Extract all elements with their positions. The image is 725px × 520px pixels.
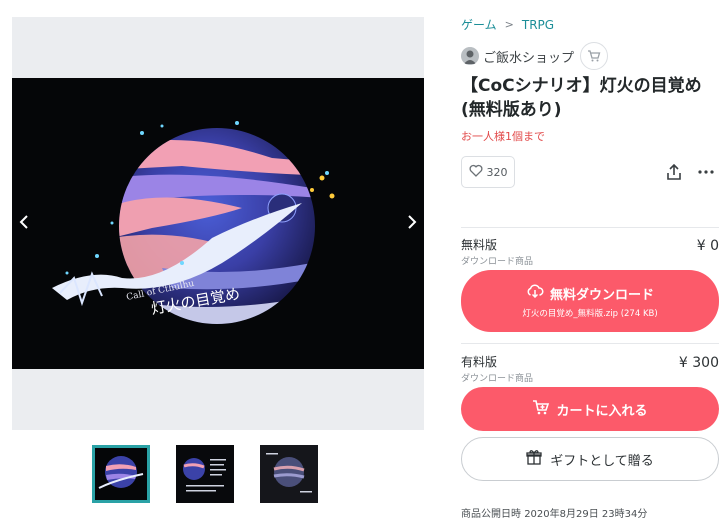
thumbnail-2[interactable]: [176, 445, 234, 503]
cart-icon[interactable]: [580, 42, 609, 70]
product-gallery: Call of Cthulhu 灯火の目覚め: [12, 17, 424, 430]
breadcrumb-category[interactable]: ゲーム: [461, 16, 497, 33]
shop-avatar[interactable]: [461, 47, 479, 65]
shop-name[interactable]: ご飯水ショップ: [483, 47, 574, 66]
thumbnail-list: [92, 445, 318, 503]
main-product-image[interactable]: Call of Cthulhu 灯火の目覚め: [12, 78, 424, 369]
variant-paid-type: ダウンロード商品: [461, 374, 534, 384]
publish-label: 商品公開日時: [461, 509, 521, 520]
free-download-label: 無料ダウンロード: [549, 287, 654, 303]
shop-row: ご飯水ショップ: [461, 42, 609, 70]
publish-date: 商品公開日時 2020年8月29日 23時34分: [461, 505, 647, 520]
share-icon[interactable]: [665, 163, 683, 181]
thumbnail-3[interactable]: [260, 445, 318, 503]
heart-icon: [469, 164, 483, 180]
download-file-info: 灯火の目覚め_無料版.zip (274 KB): [522, 308, 658, 319]
chevron-left-icon[interactable]: [14, 207, 34, 237]
divider: [461, 227, 719, 228]
free-download-button[interactable]: 無料ダウンロード 灯火の目覚め_無料版.zip (274 KB): [461, 270, 719, 332]
chevron-right-icon[interactable]: [402, 207, 422, 237]
gift-icon: [526, 449, 542, 469]
variant-paid-name: 有料版: [461, 355, 498, 369]
like-count: 320: [486, 165, 508, 179]
publish-value: 2020年8月29日 23時34分: [524, 509, 648, 520]
add-to-cart-label: カートに入れる: [556, 403, 648, 419]
cart-icon: [532, 399, 550, 419]
variant-paid-price: ¥ 300: [678, 355, 719, 371]
cloud-download-icon: [526, 284, 544, 302]
variant-free-type: ダウンロード商品: [461, 257, 534, 267]
more-options-icon[interactable]: [697, 163, 715, 181]
breadcrumb: ゲーム > TRPG: [461, 16, 554, 33]
add-to-cart-button[interactable]: カートに入れる: [461, 387, 719, 431]
variant-free-price: ¥ 0: [696, 238, 719, 254]
variant-free-name: 無料版: [461, 238, 498, 252]
thumbnail-1[interactable]: [92, 445, 150, 503]
divider: [461, 343, 719, 344]
gift-button[interactable]: ギフトとして贈る: [461, 437, 719, 481]
purchase-limit: お一人様1個まで: [461, 130, 545, 143]
like-button[interactable]: 320: [461, 156, 515, 188]
breadcrumb-subcategory[interactable]: TRPG: [522, 18, 554, 32]
gift-label: ギフトとして贈る: [550, 453, 654, 469]
breadcrumb-separator: >: [504, 18, 514, 31]
product-title: 【CoCシナリオ】灯火の目覚め(無料版あり): [461, 76, 702, 120]
